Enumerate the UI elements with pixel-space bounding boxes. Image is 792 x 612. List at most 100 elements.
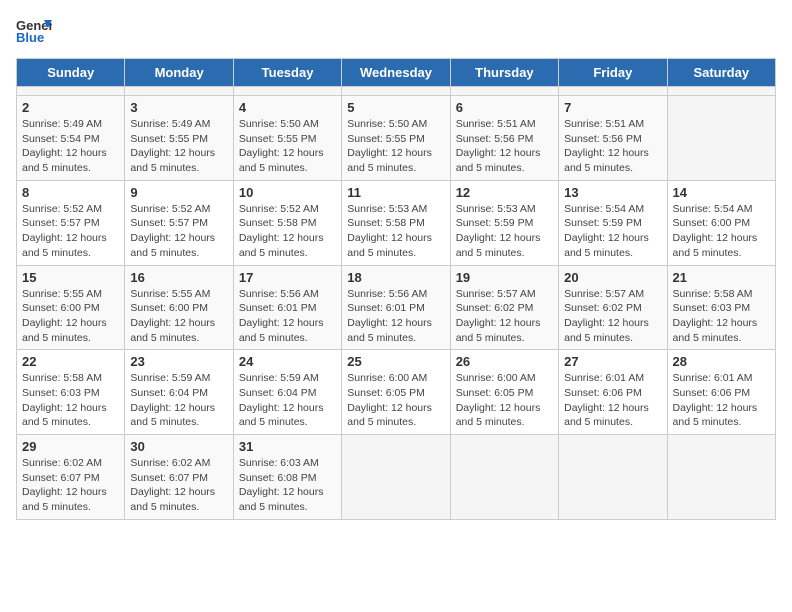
day-number: 10 [239, 185, 336, 200]
calendar-cell [559, 87, 667, 96]
day-number: 6 [456, 100, 553, 115]
calendar-cell: 3 Sunrise: 5:49 AM Sunset: 5:55 PM Dayli… [125, 96, 233, 181]
calendar-cell: 21 Sunrise: 5:58 AM Sunset: 6:03 PM Dayl… [667, 265, 775, 350]
calendar-header: SundayMondayTuesdayWednesdayThursdayFrid… [17, 59, 776, 87]
day-info: Sunrise: 6:01 AM Sunset: 6:06 PM Dayligh… [673, 371, 770, 430]
day-info: Sunrise: 5:53 AM Sunset: 5:59 PM Dayligh… [456, 202, 553, 261]
calendar-week-1 [17, 87, 776, 96]
svg-text:Blue: Blue [16, 30, 44, 45]
calendar-cell [125, 87, 233, 96]
day-number: 12 [456, 185, 553, 200]
calendar-cell [667, 87, 775, 96]
calendar-cell [342, 435, 450, 520]
calendar-cell: 17 Sunrise: 5:56 AM Sunset: 6:01 PM Dayl… [233, 265, 341, 350]
calendar-cell [667, 435, 775, 520]
calendar: SundayMondayTuesdayWednesdayThursdayFrid… [16, 58, 776, 520]
calendar-cell: 27 Sunrise: 6:01 AM Sunset: 6:06 PM Dayl… [559, 350, 667, 435]
day-header-tuesday: Tuesday [233, 59, 341, 87]
day-info: Sunrise: 5:49 AM Sunset: 5:54 PM Dayligh… [22, 117, 119, 176]
calendar-cell: 6 Sunrise: 5:51 AM Sunset: 5:56 PM Dayli… [450, 96, 558, 181]
calendar-cell: 22 Sunrise: 5:58 AM Sunset: 6:03 PM Dayl… [17, 350, 125, 435]
day-info: Sunrise: 5:54 AM Sunset: 5:59 PM Dayligh… [564, 202, 661, 261]
day-number: 23 [130, 354, 227, 369]
calendar-cell: 19 Sunrise: 5:57 AM Sunset: 6:02 PM Dayl… [450, 265, 558, 350]
day-number: 7 [564, 100, 661, 115]
day-header-thursday: Thursday [450, 59, 558, 87]
day-info: Sunrise: 5:55 AM Sunset: 6:00 PM Dayligh… [130, 287, 227, 346]
calendar-week-5: 22 Sunrise: 5:58 AM Sunset: 6:03 PM Dayl… [17, 350, 776, 435]
day-info: Sunrise: 6:02 AM Sunset: 6:07 PM Dayligh… [130, 456, 227, 515]
calendar-cell: 5 Sunrise: 5:50 AM Sunset: 5:55 PM Dayli… [342, 96, 450, 181]
day-info: Sunrise: 5:52 AM Sunset: 5:58 PM Dayligh… [239, 202, 336, 261]
calendar-week-6: 29 Sunrise: 6:02 AM Sunset: 6:07 PM Dayl… [17, 435, 776, 520]
day-number: 2 [22, 100, 119, 115]
day-header-monday: Monday [125, 59, 233, 87]
day-info: Sunrise: 5:57 AM Sunset: 6:02 PM Dayligh… [564, 287, 661, 346]
calendar-cell: 18 Sunrise: 5:56 AM Sunset: 6:01 PM Dayl… [342, 265, 450, 350]
day-info: Sunrise: 5:59 AM Sunset: 6:04 PM Dayligh… [239, 371, 336, 430]
calendar-cell [342, 87, 450, 96]
day-info: Sunrise: 5:52 AM Sunset: 5:57 PM Dayligh… [130, 202, 227, 261]
calendar-cell: 2 Sunrise: 5:49 AM Sunset: 5:54 PM Dayli… [17, 96, 125, 181]
day-number: 26 [456, 354, 553, 369]
logo-icon: General Blue [16, 16, 52, 46]
day-number: 24 [239, 354, 336, 369]
day-number: 27 [564, 354, 661, 369]
calendar-cell: 12 Sunrise: 5:53 AM Sunset: 5:59 PM Dayl… [450, 180, 558, 265]
calendar-week-3: 8 Sunrise: 5:52 AM Sunset: 5:57 PM Dayli… [17, 180, 776, 265]
calendar-week-2: 2 Sunrise: 5:49 AM Sunset: 5:54 PM Dayli… [17, 96, 776, 181]
day-number: 31 [239, 439, 336, 454]
calendar-cell: 31 Sunrise: 6:03 AM Sunset: 6:08 PM Dayl… [233, 435, 341, 520]
calendar-cell: 20 Sunrise: 5:57 AM Sunset: 6:02 PM Dayl… [559, 265, 667, 350]
calendar-cell: 15 Sunrise: 5:55 AM Sunset: 6:00 PM Dayl… [17, 265, 125, 350]
day-number: 20 [564, 270, 661, 285]
day-number: 29 [22, 439, 119, 454]
day-info: Sunrise: 5:49 AM Sunset: 5:55 PM Dayligh… [130, 117, 227, 176]
day-number: 13 [564, 185, 661, 200]
day-number: 25 [347, 354, 444, 369]
day-info: Sunrise: 5:58 AM Sunset: 6:03 PM Dayligh… [673, 287, 770, 346]
calendar-cell [233, 87, 341, 96]
day-number: 9 [130, 185, 227, 200]
calendar-cell: 28 Sunrise: 6:01 AM Sunset: 6:06 PM Dayl… [667, 350, 775, 435]
day-info: Sunrise: 5:57 AM Sunset: 6:02 PM Dayligh… [456, 287, 553, 346]
day-header-friday: Friday [559, 59, 667, 87]
day-number: 4 [239, 100, 336, 115]
calendar-cell: 10 Sunrise: 5:52 AM Sunset: 5:58 PM Dayl… [233, 180, 341, 265]
day-info: Sunrise: 5:58 AM Sunset: 6:03 PM Dayligh… [22, 371, 119, 430]
day-info: Sunrise: 6:03 AM Sunset: 6:08 PM Dayligh… [239, 456, 336, 515]
day-info: Sunrise: 5:56 AM Sunset: 6:01 PM Dayligh… [347, 287, 444, 346]
calendar-cell: 26 Sunrise: 6:00 AM Sunset: 6:05 PM Dayl… [450, 350, 558, 435]
calendar-body: 2 Sunrise: 5:49 AM Sunset: 5:54 PM Dayli… [17, 87, 776, 520]
day-header-sunday: Sunday [17, 59, 125, 87]
day-number: 16 [130, 270, 227, 285]
calendar-cell: 29 Sunrise: 6:02 AM Sunset: 6:07 PM Dayl… [17, 435, 125, 520]
day-header-saturday: Saturday [667, 59, 775, 87]
day-info: Sunrise: 5:50 AM Sunset: 5:55 PM Dayligh… [347, 117, 444, 176]
day-number: 14 [673, 185, 770, 200]
day-info: Sunrise: 6:01 AM Sunset: 6:06 PM Dayligh… [564, 371, 661, 430]
calendar-cell [17, 87, 125, 96]
day-header-wednesday: Wednesday [342, 59, 450, 87]
calendar-cell: 16 Sunrise: 5:55 AM Sunset: 6:00 PM Dayl… [125, 265, 233, 350]
day-number: 22 [22, 354, 119, 369]
calendar-cell: 14 Sunrise: 5:54 AM Sunset: 6:00 PM Dayl… [667, 180, 775, 265]
day-info: Sunrise: 5:50 AM Sunset: 5:55 PM Dayligh… [239, 117, 336, 176]
day-info: Sunrise: 6:00 AM Sunset: 6:05 PM Dayligh… [456, 371, 553, 430]
calendar-cell: 4 Sunrise: 5:50 AM Sunset: 5:55 PM Dayli… [233, 96, 341, 181]
calendar-week-4: 15 Sunrise: 5:55 AM Sunset: 6:00 PM Dayl… [17, 265, 776, 350]
day-number: 19 [456, 270, 553, 285]
day-number: 17 [239, 270, 336, 285]
calendar-cell: 8 Sunrise: 5:52 AM Sunset: 5:57 PM Dayli… [17, 180, 125, 265]
day-info: Sunrise: 5:52 AM Sunset: 5:57 PM Dayligh… [22, 202, 119, 261]
calendar-cell [667, 96, 775, 181]
day-number: 18 [347, 270, 444, 285]
day-info: Sunrise: 5:53 AM Sunset: 5:58 PM Dayligh… [347, 202, 444, 261]
day-info: Sunrise: 5:51 AM Sunset: 5:56 PM Dayligh… [564, 117, 661, 176]
calendar-cell: 11 Sunrise: 5:53 AM Sunset: 5:58 PM Dayl… [342, 180, 450, 265]
calendar-cell: 7 Sunrise: 5:51 AM Sunset: 5:56 PM Dayli… [559, 96, 667, 181]
calendar-cell [450, 435, 558, 520]
day-number: 15 [22, 270, 119, 285]
calendar-cell: 23 Sunrise: 5:59 AM Sunset: 6:04 PM Dayl… [125, 350, 233, 435]
day-number: 21 [673, 270, 770, 285]
